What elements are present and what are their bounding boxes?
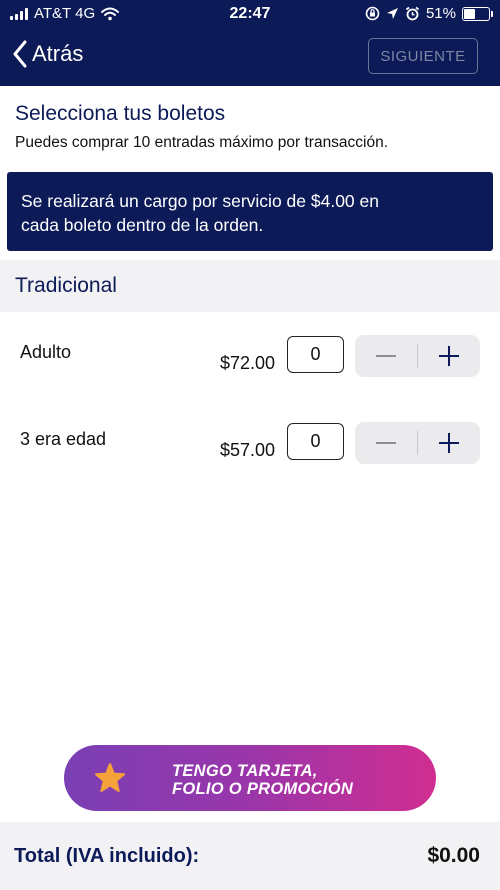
promo-line-2: FOLIO O PROMOCIÓN — [172, 780, 354, 798]
notice-line-1: Se realizará un cargo por servicio de $4… — [21, 191, 379, 211]
ticket-row: 3 era edad $57.00 0 — [0, 415, 500, 475]
app-header: AT&T 4G 22:47 51% Atrás SIGUIENTE — [0, 0, 500, 86]
service-fee-notice: Se realizará un cargo por servicio de $4… — [7, 172, 493, 251]
total-label: Total (IVA incluido): — [14, 845, 200, 867]
ticket-name: Adulto — [20, 342, 72, 362]
chevron-left-icon — [13, 40, 27, 68]
increment-button[interactable] — [418, 335, 480, 377]
notice-line-2: cada boleto dentro de la orden. — [21, 215, 264, 235]
battery-icon — [462, 6, 493, 21]
decrement-button[interactable] — [355, 335, 417, 377]
promo-button[interactable]: TENGO TARJETA, FOLIO O PROMOCIÓN — [64, 745, 436, 811]
page-title: Selecciona tus boletos — [15, 102, 226, 125]
ticket-price: $57.00 — [219, 440, 275, 460]
quantity-field[interactable]: 0 — [287, 423, 344, 460]
quantity-stepper — [355, 422, 480, 464]
ticket-row: Adulto $72.00 0 — [0, 328, 500, 388]
back-button[interactable]: Atrás — [12, 40, 83, 68]
location-icon — [386, 8, 398, 19]
section-header: Tradicional — [0, 260, 500, 312]
screen-lock-icon — [365, 6, 380, 21]
battery-percent: 51% — [425, 5, 456, 22]
promo-line-1: TENGO TARJETA, — [172, 762, 318, 780]
page-subtitle: Puedes comprar 10 entradas máximo por tr… — [15, 134, 389, 151]
total-value: $0.00 — [427, 844, 480, 867]
alarm-icon — [405, 6, 420, 21]
ticket-name: 3 era edad — [20, 429, 107, 449]
minus-icon — [376, 442, 396, 444]
ticket-price: $72.00 — [219, 353, 275, 373]
quantity-stepper — [355, 335, 480, 377]
battery-fill — [464, 8, 476, 19]
order-total-bar: Total (IVA incluido): $0.00 — [0, 822, 500, 890]
plus-icon — [439, 346, 459, 366]
section-title: Tradicional — [15, 274, 117, 297]
star-icon — [95, 763, 125, 792]
back-label: Atrás — [32, 41, 84, 66]
minus-icon — [376, 355, 396, 357]
status-right: 51% — [365, 5, 493, 22]
quantity-field[interactable]: 0 — [287, 336, 344, 373]
status-bar: AT&T 4G 22:47 51% — [0, 0, 500, 30]
decrement-button[interactable] — [355, 422, 417, 464]
next-button[interactable]: SIGUIENTE — [368, 38, 478, 74]
nav-bar: Atrás SIGUIENTE — [0, 30, 500, 86]
plus-icon — [439, 433, 459, 453]
promo-label: TENGO TARJETA, FOLIO O PROMOCIÓN — [172, 762, 353, 798]
increment-button[interactable] — [418, 422, 480, 464]
